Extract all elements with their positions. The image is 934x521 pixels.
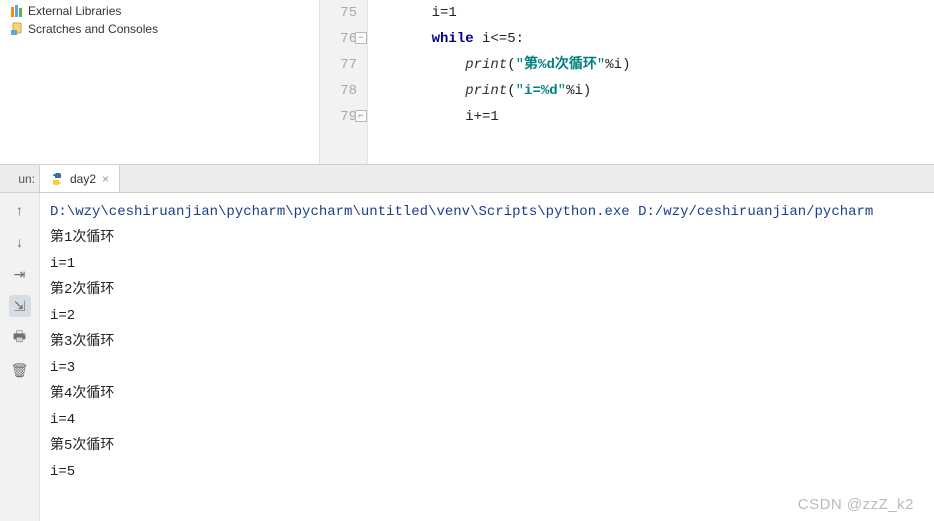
token-str: ": [516, 57, 524, 73]
line-number: 78: [320, 78, 357, 104]
run-tab-day2[interactable]: day2 ×: [40, 165, 120, 192]
line-number: 77: [320, 52, 357, 78]
trash-icon[interactable]: 🗑: [9, 359, 31, 381]
token-plain: i+=1: [465, 109, 499, 125]
token-kw: while: [432, 31, 474, 47]
run-label: un:: [0, 165, 40, 192]
external-lib-icon: [10, 4, 24, 18]
code-column[interactable]: i=1 while i<=5: print("第%d次循环"%i) print(…: [368, 0, 934, 164]
up-icon[interactable]: ↑: [9, 199, 31, 221]
console-line: i=5: [50, 459, 924, 485]
console-line: 第4次循环: [50, 381, 924, 407]
line-number: 76−: [320, 26, 357, 52]
token-str: ": [558, 83, 566, 99]
console-output[interactable]: D:\wzy\ceshiruanjian\pycharm\pycharm\unt…: [40, 193, 934, 521]
down-icon[interactable]: ↓: [9, 231, 31, 253]
code-line[interactable]: print("i=%d"%i): [398, 78, 934, 104]
python-file-icon: [50, 172, 64, 186]
token-plain: i=1: [432, 5, 457, 21]
line-number: 75: [320, 0, 357, 26]
top-split: External Libraries Scratches and Console…: [0, 0, 934, 165]
scroll-icon[interactable]: ⇲: [9, 295, 31, 317]
token-plain: i<=5:: [474, 31, 524, 47]
console-command: D:\wzy\ceshiruanjian\pycharm\pycharm\unt…: [50, 199, 924, 225]
code-line[interactable]: while i<=5:: [398, 26, 934, 52]
console-line: 第2次循环: [50, 277, 924, 303]
code-editor[interactable]: 7576−777879⌐ i=1 while i<=5: print("第%d次…: [320, 0, 934, 164]
print-icon[interactable]: 🖶: [9, 327, 31, 349]
tree-item-label: External Libraries: [28, 4, 121, 18]
console-line: 第1次循环: [50, 225, 924, 251]
fold-end-icon[interactable]: ⌐: [355, 110, 367, 122]
token-plain: %i): [566, 83, 591, 99]
token-fn: print: [465, 57, 507, 73]
tree-item-external-libraries[interactable]: External Libraries: [6, 2, 313, 20]
token-plain: (: [507, 83, 515, 99]
fold-icon[interactable]: −: [355, 32, 367, 44]
run-tab-label: day2: [70, 172, 96, 186]
console-line: i=4: [50, 407, 924, 433]
project-tree[interactable]: External Libraries Scratches and Console…: [0, 0, 320, 164]
console-line: i=2: [50, 303, 924, 329]
close-icon[interactable]: ×: [102, 172, 109, 186]
token-strb: i=%d: [524, 83, 558, 99]
line-number: 79⌐: [320, 104, 357, 130]
editor-gutter: 7576−777879⌐: [320, 0, 368, 164]
code-line[interactable]: print("第%d次循环"%i): [398, 52, 934, 78]
scratch-icon: [10, 22, 24, 36]
token-fn: print: [465, 83, 507, 99]
token-plain: %i): [605, 57, 630, 73]
token-str: ": [597, 57, 605, 73]
token-strb: 第%d次循环: [524, 57, 597, 73]
token-str: ": [516, 83, 524, 99]
run-tab-bar: un: day2 ×: [0, 165, 934, 193]
code-line[interactable]: i=1: [398, 0, 934, 26]
wrap-icon[interactable]: ⇥: [9, 263, 31, 285]
console-line: i=3: [50, 355, 924, 381]
code-line[interactable]: i+=1: [398, 104, 934, 130]
console-panel: ↑ ↓ ⇥ ⇲ 🖶 🗑 D:\wzy\ceshiruanjian\pycharm\pych…: [0, 193, 934, 521]
console-toolbar: ↑ ↓ ⇥ ⇲ 🖶 🗑: [0, 193, 40, 521]
console-line: 第3次循环: [50, 329, 924, 355]
tree-item-label: Scratches and Consoles: [28, 22, 158, 36]
console-line: i=1: [50, 251, 924, 277]
tree-item-scratches[interactable]: Scratches and Consoles: [6, 20, 313, 38]
token-plain: (: [507, 57, 515, 73]
console-line: 第5次循环: [50, 433, 924, 459]
